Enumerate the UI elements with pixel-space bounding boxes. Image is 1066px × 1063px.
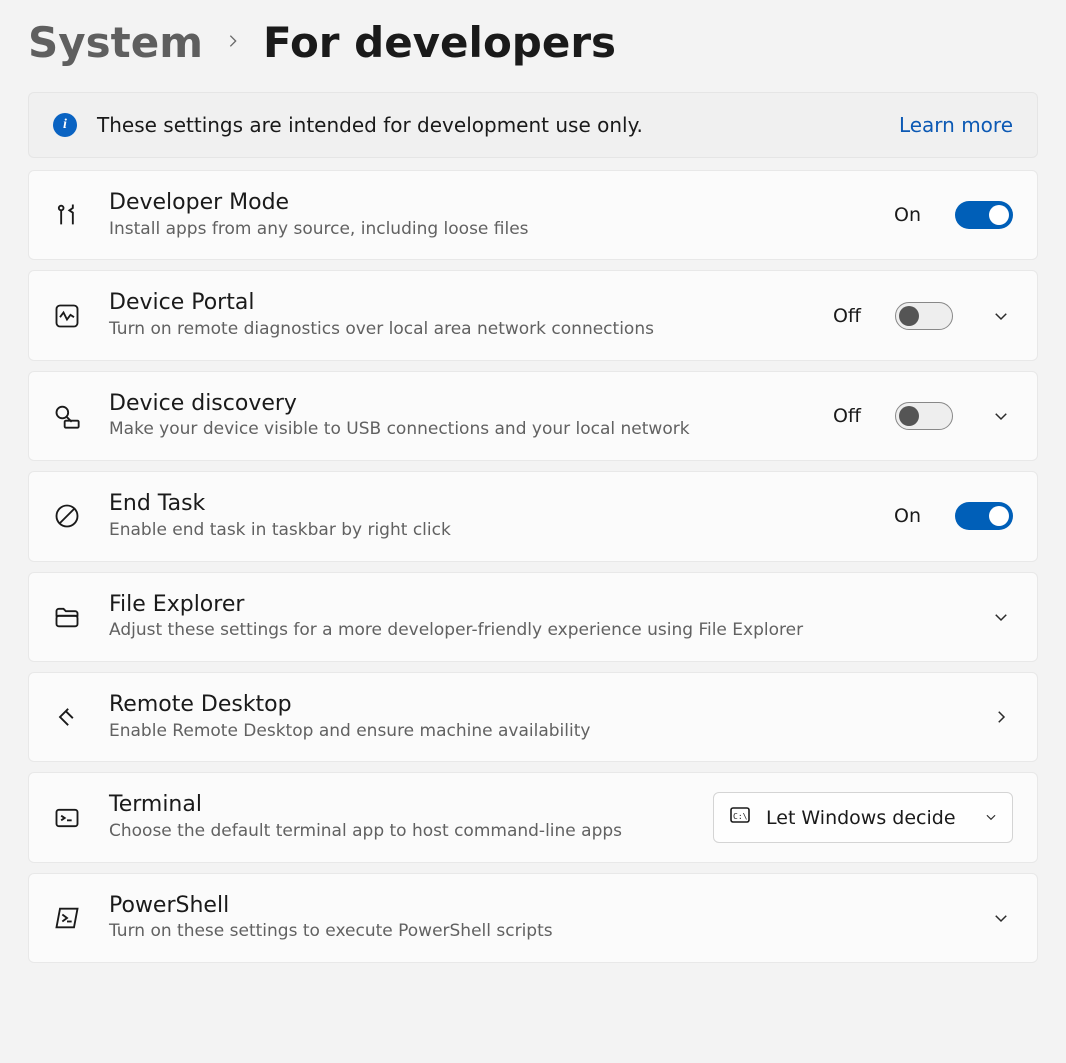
breadcrumb: System For developers [28, 18, 1038, 67]
breadcrumb-parent[interactable]: System [28, 18, 203, 67]
terminal-dropdown[interactable]: C:\ Let Windows decide [713, 792, 1013, 843]
row-sub: Make your device visible to USB connecti… [109, 418, 805, 442]
chevron-right-icon[interactable] [989, 705, 1013, 729]
row-title: File Explorer [109, 591, 953, 620]
chevron-down-icon[interactable] [989, 906, 1013, 930]
chevron-down-icon[interactable] [989, 304, 1013, 328]
console-icon: C:\ [728, 803, 752, 832]
row-sub: Install apps from any source, including … [109, 218, 866, 242]
end-task-toggle[interactable] [955, 502, 1013, 530]
row-device-discovery[interactable]: Device discovery Make your device visibl… [28, 371, 1038, 461]
info-icon: i [53, 113, 77, 137]
remote-icon [53, 703, 81, 731]
row-sub: Enable end task in taskbar by right clic… [109, 519, 866, 543]
row-sub: Turn on these settings to execute PowerS… [109, 920, 953, 944]
row-device-portal[interactable]: Device Portal Turn on remote diagnostics… [28, 270, 1038, 360]
row-end-task: End Task Enable end task in taskbar by r… [28, 471, 1038, 561]
activity-icon [53, 302, 81, 330]
row-title: PowerShell [109, 892, 953, 921]
page-title: For developers [263, 18, 616, 67]
row-developer-mode: Developer Mode Install apps from any sou… [28, 170, 1038, 260]
toggle-state-label: Off [833, 405, 861, 427]
row-sub: Choose the default terminal app to host … [109, 820, 685, 844]
row-powershell[interactable]: PowerShell Turn on these settings to exe… [28, 873, 1038, 963]
chevron-down-icon[interactable] [989, 404, 1013, 428]
svg-text:C:\: C:\ [733, 812, 748, 821]
chevron-down-icon[interactable] [989, 605, 1013, 629]
chevron-right-icon [225, 30, 241, 55]
row-title: End Task [109, 490, 866, 519]
chevron-down-icon [984, 807, 998, 829]
device-discovery-toggle[interactable] [895, 402, 953, 430]
row-title: Developer Mode [109, 189, 866, 218]
device-portal-toggle[interactable] [895, 302, 953, 330]
row-remote-desktop[interactable]: Remote Desktop Enable Remote Desktop and… [28, 672, 1038, 762]
terminal-icon [53, 804, 81, 832]
developer-mode-toggle[interactable] [955, 201, 1013, 229]
toggle-state-label: On [894, 505, 921, 527]
learn-more-link[interactable]: Learn more [899, 113, 1013, 137]
row-file-explorer[interactable]: File Explorer Adjust these settings for … [28, 572, 1038, 662]
row-title: Remote Desktop [109, 691, 953, 720]
tools-icon [53, 201, 81, 229]
info-text: These settings are intended for developm… [97, 113, 879, 137]
row-sub: Turn on remote diagnostics over local ar… [109, 318, 805, 342]
row-sub: Adjust these settings for a more develop… [109, 619, 953, 643]
toggle-state-label: Off [833, 305, 861, 327]
search-device-icon [53, 402, 81, 430]
row-title: Device discovery [109, 390, 805, 419]
row-sub: Enable Remote Desktop and ensure machine… [109, 720, 953, 744]
folder-icon [53, 603, 81, 631]
row-title: Device Portal [109, 289, 805, 318]
powershell-icon [53, 904, 81, 932]
dropdown-value: Let Windows decide [766, 807, 956, 829]
toggle-state-label: On [894, 204, 921, 226]
row-title: Terminal [109, 791, 685, 820]
info-banner: i These settings are intended for develo… [28, 92, 1038, 158]
row-terminal: Terminal Choose the default terminal app… [28, 772, 1038, 862]
prohibit-icon [53, 502, 81, 530]
